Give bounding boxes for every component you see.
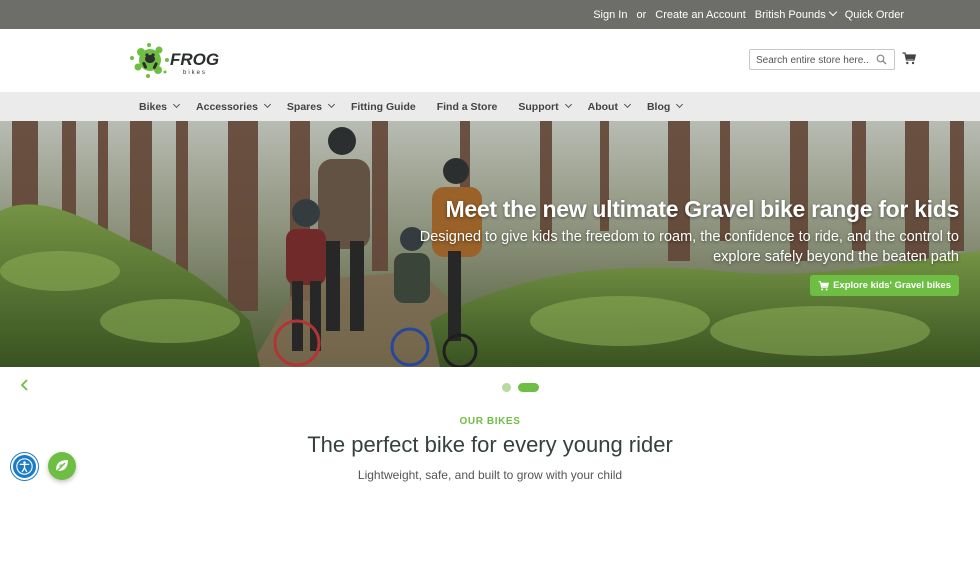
section-heading: The perfect bike for every young rider: [307, 432, 673, 457]
chevron-down-icon: [263, 100, 271, 109]
nav-item-blog[interactable]: Blog: [646, 100, 684, 113]
search-box: [749, 49, 895, 70]
chevron-down-icon: [172, 100, 181, 109]
nav-item-fitting-guide[interactable]: Fitting Guide: [351, 101, 416, 113]
nav-item-bikes[interactable]: Bikes: [139, 100, 181, 113]
hero-title: Meet the new ultimate Gravel bike range …: [445, 196, 960, 222]
explore-gravel-bikes-button[interactable]: Explore kids' Gravel bikes: [810, 275, 959, 296]
frog-logo[interactable]: FROG bikes: [128, 41, 232, 79]
top-bar: Sign In or Create an Account British Pou…: [0, 0, 980, 29]
nav-item-find-a-store[interactable]: Find a Store: [437, 101, 498, 113]
section-kicker: OUR BIKES: [459, 416, 521, 427]
slide-dot-2[interactable]: [518, 383, 539, 392]
top-links: Sign In or Create an Account British Pou…: [593, 0, 904, 29]
nav-item-accessories[interactable]: Accessories: [196, 100, 271, 113]
main-navigation: Bikes Accessories Spares Fitting Guide F…: [0, 92, 980, 121]
nav-item-label: Accessories: [196, 100, 258, 113]
cart-icon[interactable]: [902, 52, 916, 65]
cta-label: Explore kids' Gravel bikes: [833, 280, 951, 291]
nav-item-label: Bikes: [139, 100, 168, 113]
logo-subtext: bikes: [183, 70, 207, 76]
nav-item-label: Spares: [286, 100, 322, 113]
nav-item-label: Blog: [646, 100, 671, 113]
nav-item-label: Support: [518, 100, 559, 113]
currency-label: British Pounds: [754, 8, 826, 21]
section-subheading: Lightweight, safe, and built to grow wit…: [357, 468, 623, 482]
accessibility-icon[interactable]: [11, 453, 38, 480]
slider-dots: [502, 383, 539, 392]
search-icon[interactable]: [876, 54, 887, 65]
chevron-down-icon: [327, 100, 335, 109]
nav-item-support[interactable]: Support: [518, 100, 572, 113]
nav-list: Bikes Accessories Spares Fitting Guide F…: [139, 92, 699, 121]
sign-in-link[interactable]: Sign In: [593, 9, 627, 21]
nav-item-label: Fitting Guide: [350, 100, 416, 113]
chevron-left-icon[interactable]: [20, 379, 30, 391]
quick-order-link[interactable]: Quick Order: [845, 9, 904, 21]
nav-item-label: Find a Store: [436, 100, 498, 113]
chat-icon[interactable]: [48, 452, 76, 480]
search-input[interactable]: [750, 51, 870, 70]
currency-switcher[interactable]: British Pounds: [754, 7, 837, 21]
nav-item-about[interactable]: About: [587, 100, 632, 113]
nav-item-label: About: [587, 100, 618, 113]
create-account-link[interactable]: Create an Account: [655, 9, 746, 21]
or-text: or: [636, 8, 647, 21]
chevron-down-icon: [564, 100, 572, 109]
nav-item-spares[interactable]: Spares: [286, 100, 335, 113]
chevron-down-icon: [828, 7, 837, 16]
logo-wordmark: FROG: [170, 50, 219, 69]
hero-subtitle: Designed to give kids the freedom to roa…: [419, 229, 959, 265]
slide-dot-1[interactable]: [502, 383, 511, 392]
cart-icon: [818, 280, 830, 290]
site-header: FROG bikes: [0, 29, 980, 92]
chevron-down-icon: [676, 100, 684, 109]
chevron-down-icon: [623, 100, 632, 109]
hero-banner[interactable]: Meet the new ultimate Gravel bike range …: [0, 121, 980, 367]
